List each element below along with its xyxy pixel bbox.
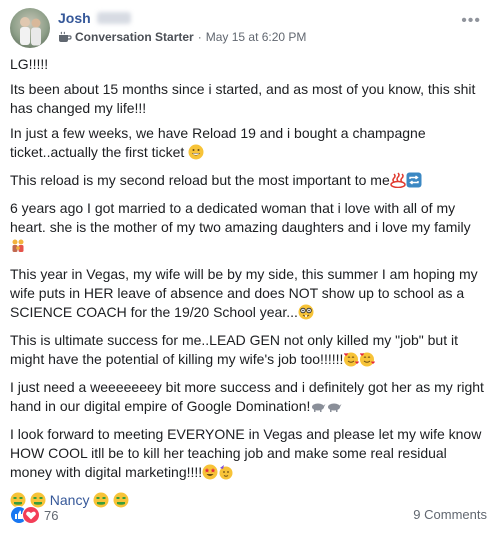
grinning-face-icon (188, 144, 204, 165)
nerd-face-icon (298, 304, 314, 325)
avatar[interactable] (10, 8, 50, 48)
repeat-arrows-icon (406, 172, 422, 193)
family-icon (10, 238, 26, 259)
paragraph: This reload is my second reload but the … (10, 171, 487, 193)
hot-springs-icon (389, 172, 406, 193)
paragraph: 6 years ago I got married to a dedicated… (10, 199, 487, 259)
member-badge[interactable]: Conversation Starter (75, 30, 194, 44)
smiling-face-hearts-icon (359, 351, 376, 372)
comments-count-link[interactable]: 9 Comments (413, 507, 487, 522)
post-header: Josh Conversation Starter · May 15 at 6:20… (8, 6, 489, 50)
party-face-icon (218, 464, 234, 485)
love-reaction-icon (22, 506, 40, 524)
post-timestamp[interactable]: May 15 at 6:20 PM (206, 30, 307, 44)
paragraph: This is ultimate success for me..LEAD GE… (10, 331, 487, 372)
more-options-icon[interactable]: ••• (461, 12, 481, 30)
post-footer: 76 9 Comments (10, 505, 487, 525)
paragraph: I just need a weeeeeeey bit more success… (10, 378, 487, 419)
post-meta: Conversation Starter · May 15 at 6:20 PM (58, 30, 306, 44)
paragraph: Its been about 15 months since i started… (10, 81, 476, 116)
paragraph: This year in Vegas, my wife will be by m… (10, 265, 487, 325)
paragraph: In just a few weeks, we have Reload 19 a… (10, 124, 487, 165)
author-name[interactable]: Josh (58, 10, 91, 26)
smiling-face-hearts-icon (343, 351, 360, 372)
coffee-cup-icon (58, 31, 72, 43)
post-body: LG!!!!! Its been about 15 months since i… (10, 55, 487, 519)
separator-dot: · (197, 30, 202, 44)
reaction-count[interactable]: 76 (44, 508, 58, 523)
rhinoceros-icon (326, 398, 342, 419)
paragraph: I look forward to meeting EVERYONE in Ve… (10, 425, 487, 485)
star-struck-icon (202, 464, 218, 485)
rhinoceros-icon (310, 398, 326, 419)
paragraph: LG!!!!! (10, 56, 49, 72)
redacted-surname (97, 12, 131, 24)
facebook-post: Josh Conversation Starter · May 15 at 6:20… (0, 0, 497, 534)
